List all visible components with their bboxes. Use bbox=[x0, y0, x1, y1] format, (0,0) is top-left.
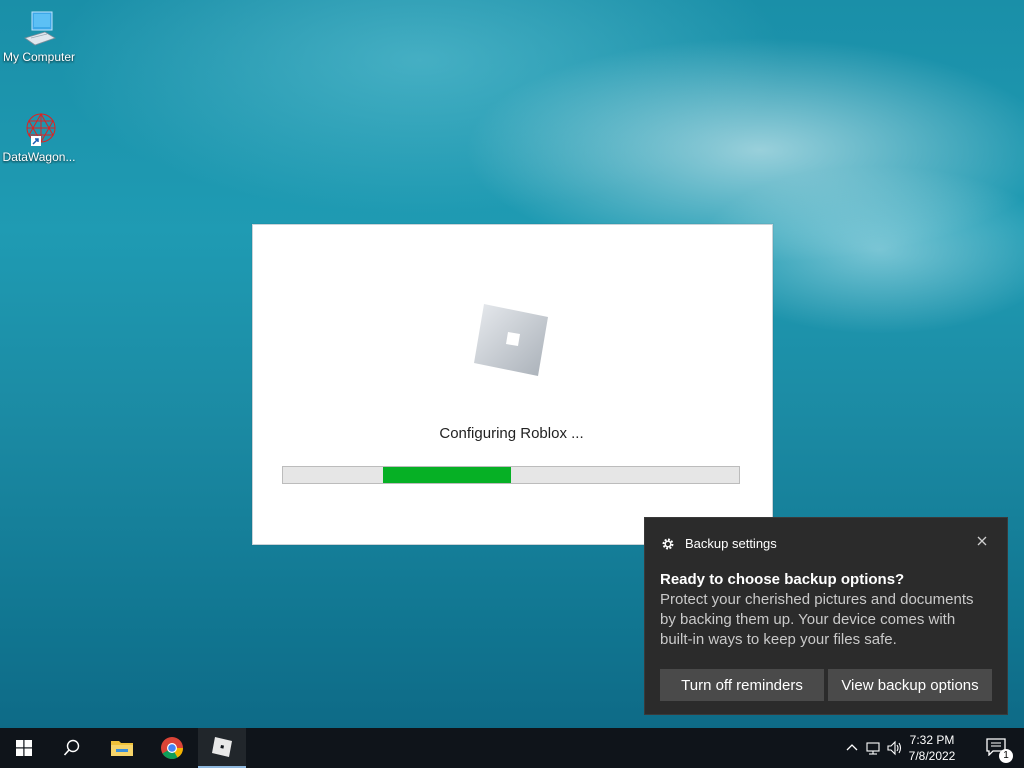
toast-header: Backup settings bbox=[661, 536, 777, 551]
view-backup-options-button[interactable]: View backup options bbox=[828, 669, 992, 701]
system-tray: 7:32 PM 7/8/2022 1 bbox=[824, 728, 1024, 768]
file-explorer-button[interactable] bbox=[98, 728, 146, 768]
start-button[interactable] bbox=[0, 728, 48, 768]
start-icon bbox=[16, 740, 32, 756]
chrome-icon bbox=[161, 737, 183, 759]
network-icon[interactable] bbox=[866, 740, 882, 756]
search-button[interactable] bbox=[48, 728, 96, 768]
datawagon-shortcut-icon bbox=[19, 108, 59, 148]
installer-status-text: Configuring Roblox ... bbox=[439, 425, 584, 442]
roblox-installer-window bbox=[252, 224, 773, 545]
taskbar: 7:32 PM 7/8/2022 1 bbox=[0, 728, 1024, 768]
chrome-button[interactable] bbox=[148, 728, 196, 768]
toast-body: Protect your cherished pictures and docu… bbox=[660, 591, 974, 648]
roblox-icon bbox=[212, 737, 232, 757]
roblox-logo-icon bbox=[472, 300, 552, 380]
file-explorer-icon bbox=[111, 741, 133, 756]
roblox-taskbar-button[interactable] bbox=[198, 728, 246, 768]
installer-progress-bar bbox=[282, 466, 740, 484]
gear-icon bbox=[662, 538, 674, 549]
turn-off-reminders-button[interactable]: Turn off reminders bbox=[660, 669, 824, 701]
desktop-icon-label: My Computer bbox=[2, 50, 76, 64]
action-center-button[interactable]: 1 bbox=[986, 738, 1013, 763]
clock-time: 7:32 PM bbox=[909, 733, 955, 747]
backup-settings-toast: Backup settings Ready to choose backup o… bbox=[644, 517, 1008, 715]
progress-bar-fill bbox=[383, 467, 511, 483]
clock[interactable]: 7:32 PM 7/8/2022 bbox=[902, 732, 962, 764]
desktop-icon-my-computer[interactable]: My Computer bbox=[2, 8, 76, 64]
chevron-up-icon[interactable] bbox=[844, 740, 860, 756]
desktop-icon-label: DataWagon... bbox=[2, 150, 76, 164]
toast-title: Ready to choose backup options? bbox=[660, 571, 905, 588]
search-icon bbox=[63, 739, 80, 756]
desktop-icon-datawagon[interactable]: DataWagon... bbox=[2, 108, 76, 164]
clock-date: 7/8/2022 bbox=[908, 749, 956, 763]
computer-icon bbox=[19, 8, 59, 48]
notification-count-badge: 1 bbox=[999, 749, 1013, 763]
close-icon[interactable] bbox=[975, 534, 989, 548]
toast-app-name: Backup settings bbox=[685, 536, 777, 551]
volume-icon[interactable] bbox=[886, 740, 902, 756]
